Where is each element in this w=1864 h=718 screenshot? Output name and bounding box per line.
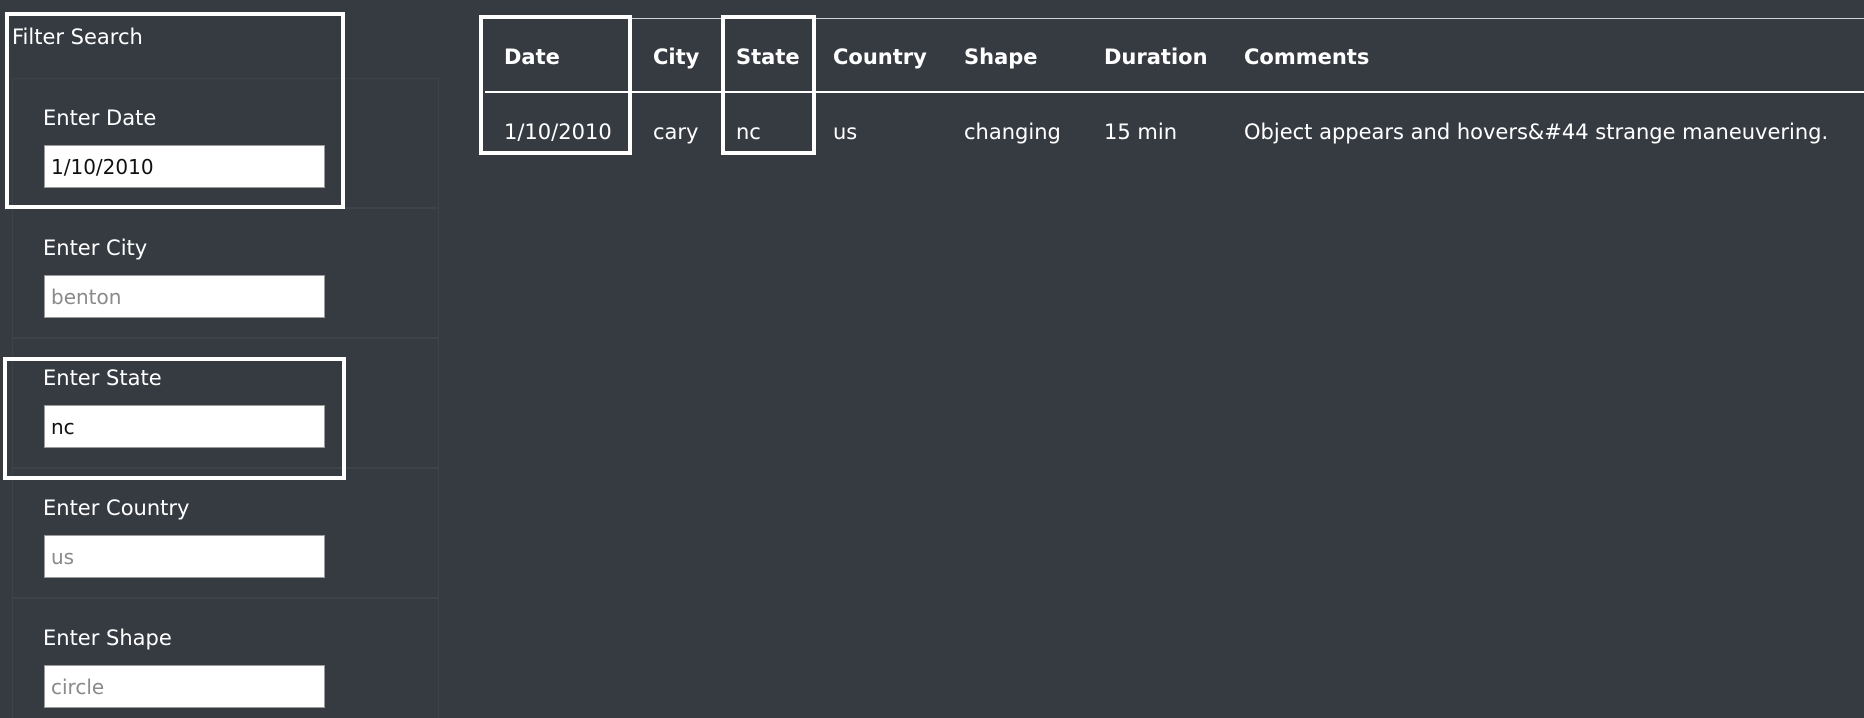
cell-city: cary [653,120,699,144]
country-label: Enter Country [43,496,190,520]
column-header-country: Country [833,45,927,69]
city-label: Enter City [43,236,148,260]
table-top-border [485,18,1864,19]
filter-panel-shape: Enter Shape [12,598,439,718]
filter-panel-city: Enter City [12,208,439,338]
cell-comments: Object appears and hovers&#44 strange ma… [1244,120,1829,144]
filter-search-title: Filter Search [12,25,143,49]
table-header-divider [485,91,1864,93]
city-input[interactable] [44,275,325,318]
filter-panel-state: Enter State [12,338,439,468]
column-header-duration: Duration [1104,45,1208,69]
cell-duration: 15 min [1104,120,1177,144]
cell-country: us [833,120,858,144]
date-label: Enter Date [43,106,157,130]
column-header-state: State [736,45,800,69]
cell-shape: changing [964,120,1061,144]
cell-state: nc [736,120,761,144]
state-input[interactable] [44,405,325,448]
state-label: Enter State [43,366,162,390]
column-header-date: Date [504,45,560,69]
ufo-sightings-page: Filter Search Enter Date Enter City Ente… [0,0,1864,718]
filter-panel-country: Enter Country [12,468,439,598]
date-input[interactable] [44,145,325,188]
filter-panel-date: Enter Date [12,78,439,208]
cell-date: 1/10/2010 [504,120,612,144]
shape-input[interactable] [44,665,325,708]
column-header-comments: Comments [1244,45,1370,69]
column-header-city: City [653,45,700,69]
shape-label: Enter Shape [43,626,172,650]
column-header-shape: Shape [964,45,1038,69]
country-input[interactable] [44,535,325,578]
